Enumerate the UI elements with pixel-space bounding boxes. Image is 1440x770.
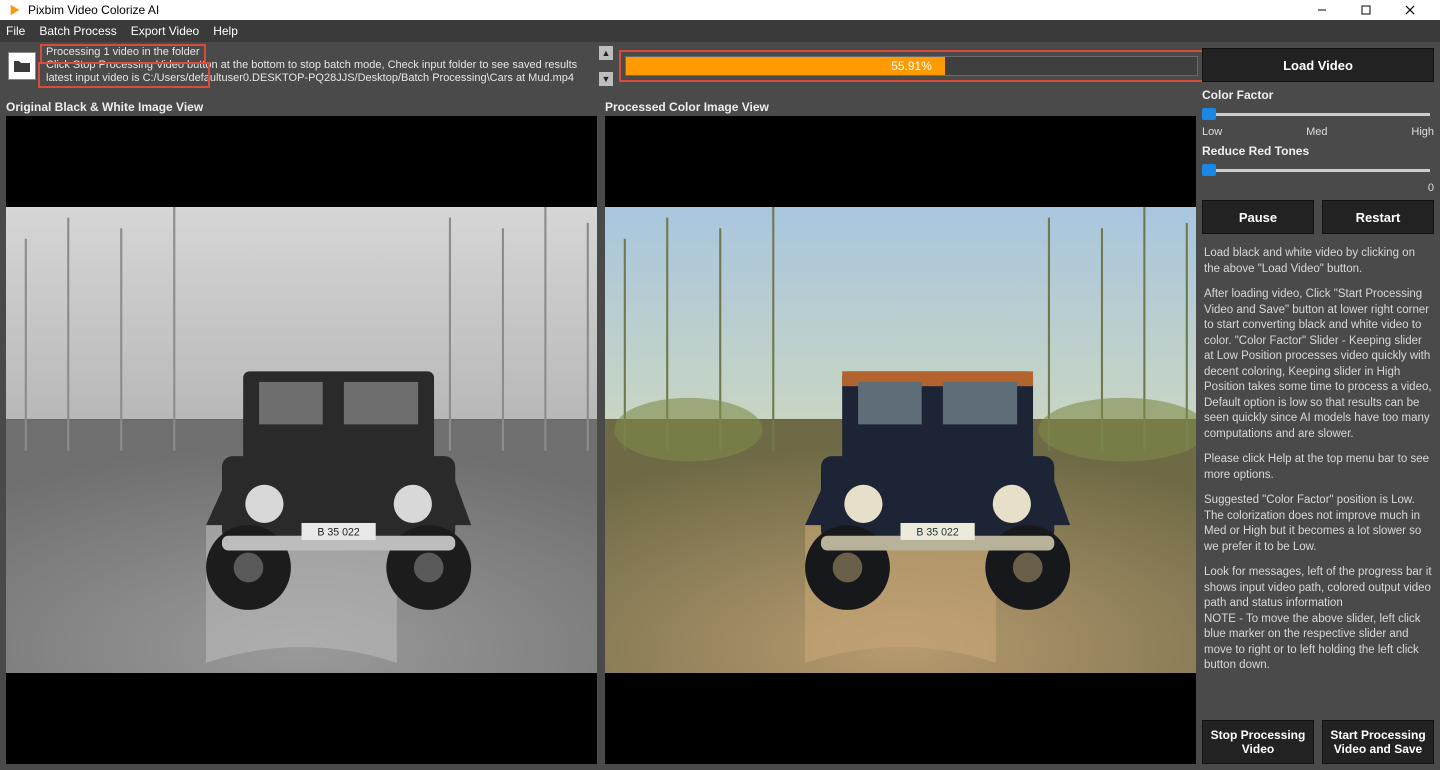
restart-button[interactable]: Restart	[1322, 200, 1434, 234]
menu-batch-process[interactable]: Batch Process	[39, 24, 116, 38]
help-p7: NOTE - To move the above slider, left cl…	[1204, 613, 1420, 672]
color-factor-label: Color Factor	[1202, 88, 1434, 102]
processed-frame-image: B 35 022	[605, 207, 1196, 674]
menu-help[interactable]: Help	[213, 24, 238, 38]
help-text: Load black and white video by clicking o…	[1202, 240, 1434, 714]
help-p4: Please click Help at the top menu bar to…	[1204, 452, 1432, 483]
original-view-label: Original Black & White Image View	[6, 100, 597, 114]
app-icon	[8, 3, 22, 17]
log-line-2: Click Stop Processing Video button at th…	[46, 59, 597, 72]
svg-text:B 35 022: B 35 022	[916, 526, 959, 538]
log-text: Processing 1 video in the folder Click S…	[42, 46, 597, 86]
processed-view-label: Processed Color Image View	[605, 100, 1196, 114]
titlebar: Pixbim Video Colorize AI	[0, 0, 1440, 20]
log-panel: Processing 1 video in the folder Click S…	[42, 46, 607, 86]
maximize-button[interactable]	[1344, 0, 1388, 20]
close-button[interactable]	[1388, 0, 1432, 20]
color-factor-slider[interactable]	[1202, 108, 1434, 120]
view-area: Original Black & White Image View	[6, 100, 1196, 764]
color-factor-ticks: Low Med High	[1202, 126, 1434, 138]
reduce-red-label: Reduce Red Tones	[1202, 144, 1434, 158]
open-folder-button[interactable]	[8, 52, 36, 80]
scroll-down-icon[interactable]: ▼	[599, 72, 613, 86]
svg-text:B 35 022: B 35 022	[317, 526, 360, 538]
cf-high: High	[1411, 126, 1434, 138]
original-viewer: B 35 022	[6, 116, 597, 764]
menu-export-video[interactable]: Export Video	[131, 24, 200, 38]
cf-low: Low	[1202, 126, 1222, 138]
start-processing-button[interactable]: Start Processing Video and Save	[1322, 720, 1434, 764]
help-p5: Suggested "Color Factor" position is Low…	[1204, 493, 1432, 555]
menu-file[interactable]: File	[6, 24, 25, 38]
processed-viewer: B 35 022	[605, 116, 1196, 764]
stop-processing-button[interactable]: Stop Processing Video	[1202, 720, 1314, 764]
help-p6: Look for messages, left of the progress …	[1204, 566, 1432, 609]
load-video-button[interactable]: Load Video	[1202, 48, 1434, 82]
pause-button[interactable]: Pause	[1202, 200, 1314, 234]
reduce-red-slider[interactable]	[1202, 164, 1434, 176]
scroll-up-icon[interactable]: ▲	[599, 46, 613, 60]
log-line-1: Processing 1 video in the folder	[46, 46, 597, 59]
folder-icon	[13, 59, 31, 73]
cf-med: Med	[1306, 126, 1327, 138]
help-p3: "Color Factor" Slider - Keeping slider a…	[1204, 335, 1432, 440]
window-title: Pixbim Video Colorize AI	[28, 3, 159, 17]
log-scrollbar[interactable]: ▲ ▼	[599, 46, 613, 86]
progress-text: 55.91%	[619, 56, 1204, 76]
help-p1: Load black and white video by clicking o…	[1204, 246, 1432, 277]
minimize-button[interactable]	[1300, 0, 1344, 20]
original-frame-image: B 35 022	[6, 207, 597, 674]
progress-bar: 55.91%	[619, 50, 1204, 82]
right-panel: Load Video Color Factor Low Med High Red…	[1202, 48, 1434, 764]
log-line-3: latest input video is C:/Users/defaultus…	[46, 72, 597, 85]
reduce-red-max: 0	[1202, 182, 1434, 194]
menubar: File Batch Process Export Video Help	[0, 20, 1440, 42]
